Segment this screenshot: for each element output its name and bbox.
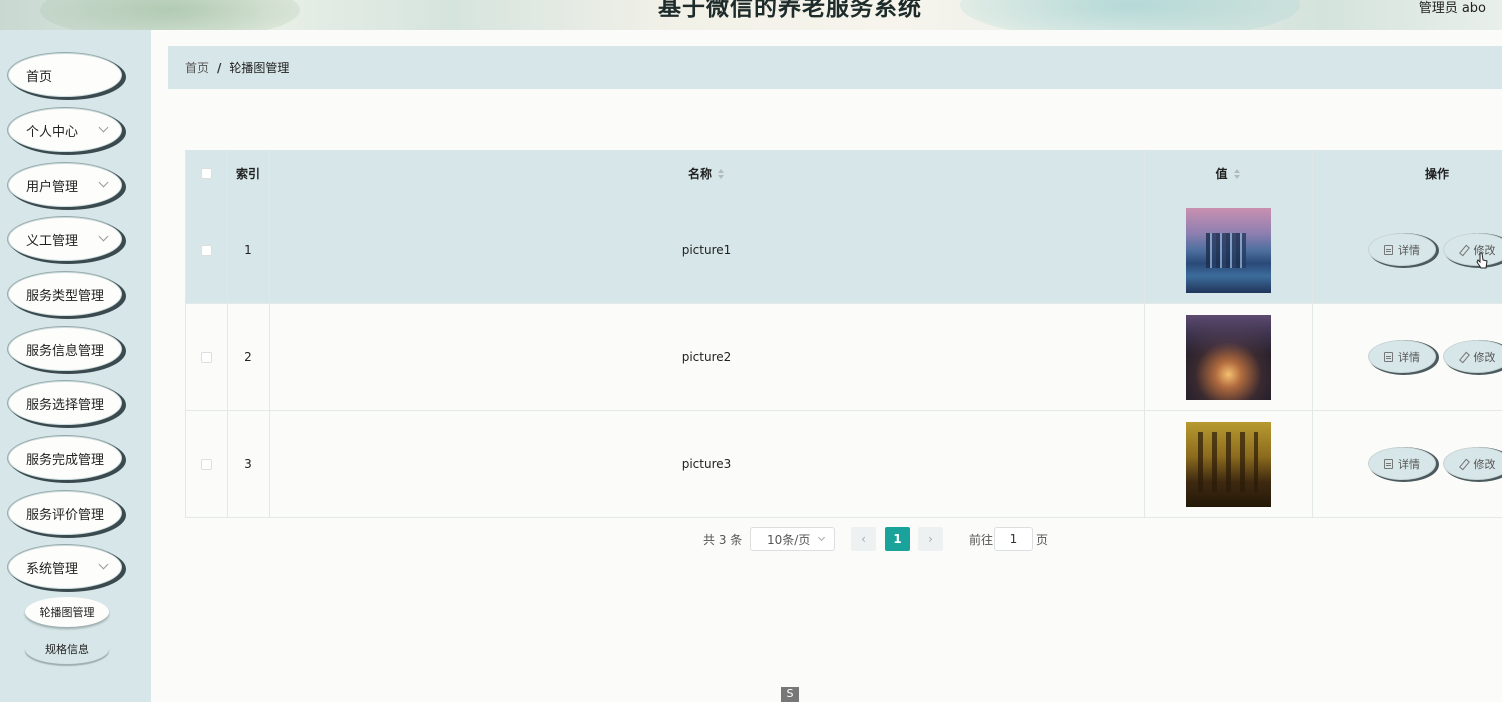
row-checkbox[interactable] — [200, 351, 212, 363]
page-size-value: 10条/页 — [767, 532, 811, 547]
chevron-down-icon — [98, 122, 109, 133]
column-divider — [269, 150, 270, 517]
sidebar-item-label: 个人中心 — [26, 124, 79, 140]
sidebar-item-service-reviews[interactable]: 服务评价管理 — [8, 491, 122, 535]
goto-page-input[interactable]: 1 — [994, 527, 1033, 551]
top-header: 基于微信的养老服务系统 管理员 abo — [0, 0, 1502, 30]
app-title: 基于微信的养老服务系统 — [658, 0, 922, 21]
row-name: picture1 — [681, 243, 732, 257]
sort-icon[interactable] — [718, 168, 725, 179]
carousel-image-thumbnail[interactable] — [1185, 207, 1271, 293]
column-header-value-label: 值 — [1215, 167, 1228, 181]
chevron-down-icon — [98, 177, 109, 188]
goto-label: 前往 — [969, 532, 994, 547]
pagination-total: 共 3 条 — [703, 532, 743, 547]
edit-button-label: 修改 — [1473, 350, 1496, 364]
next-page-button[interactable]: › — [918, 527, 943, 551]
column-divider — [1312, 150, 1313, 517]
sort-icon[interactable] — [1233, 168, 1241, 179]
edit-icon — [1459, 352, 1469, 362]
detail-button[interactable]: 详情 — [1368, 340, 1436, 373]
sidebar-item-label: 服务选择管理 — [26, 397, 105, 413]
breadcrumb-home[interactable]: 首页 — [185, 59, 209, 76]
detail-button-label: 详情 — [1398, 243, 1420, 257]
page-size-select[interactable]: 10条/页 — [750, 527, 835, 551]
detail-button[interactable]: 详情 — [1368, 233, 1436, 266]
row-name: picture3 — [681, 457, 732, 471]
column-divider — [185, 150, 186, 517]
select-all-checkbox[interactable] — [200, 168, 212, 179]
edit-icon — [1459, 245, 1469, 255]
column-header-action: 操作 — [1424, 167, 1449, 181]
edit-icon — [1459, 459, 1469, 469]
carousel-image-thumbnail[interactable] — [1185, 421, 1271, 507]
sidebar-item-label: 首页 — [26, 69, 53, 85]
document-icon — [1384, 244, 1393, 255]
sidebar-item-users[interactable]: 用户管理 — [8, 163, 122, 207]
sidebar-item-service-types[interactable]: 服务类型管理 — [8, 272, 122, 316]
sidebar-item-service-completion[interactable]: 服务完成管理 — [8, 436, 122, 480]
sidebar-item-label: 服务类型管理 — [26, 288, 105, 304]
row-index: 1 — [244, 243, 252, 257]
bottom-marker: S — [781, 687, 799, 702]
row-name: picture2 — [681, 350, 732, 364]
edit-button[interactable]: 修改 — [1443, 447, 1502, 480]
sidebar-item-system[interactable]: 系统管理 — [8, 545, 122, 589]
table-row: 1 picture1 详情 修改 — [185, 197, 1502, 304]
page-number-current[interactable]: 1 — [885, 527, 910, 551]
detail-button[interactable]: 详情 — [1368, 447, 1436, 480]
sidebar-subitem-specs[interactable]: 规格信息 — [25, 634, 109, 664]
carousel-table: 索引 名称 值 操作 1 picture1 详情 修改 2 picture2 详… — [185, 150, 1502, 518]
sidebar-item-label: 义工管理 — [26, 233, 79, 249]
edit-button[interactable]: 修改 — [1443, 340, 1502, 373]
table-row: 3 picture3 详情 修改 — [185, 411, 1502, 518]
sidebar-subitem-carousel[interactable]: 轮播图管理 — [25, 597, 109, 627]
column-header-value[interactable]: 值 — [1144, 150, 1312, 197]
current-user[interactable]: 管理员 abo — [1419, 0, 1486, 16]
breadcrumb-current: 轮播图管理 — [229, 61, 290, 75]
row-index: 2 — [244, 350, 252, 364]
hand-cursor-icon — [1476, 252, 1488, 269]
sidebar-item-label: 用户管理 — [26, 179, 79, 195]
column-header-name-label: 名称 — [687, 167, 712, 181]
table-row: 2 picture2 详情 修改 — [185, 304, 1502, 411]
chevron-down-icon — [98, 559, 109, 570]
carousel-image-thumbnail[interactable] — [1185, 314, 1271, 400]
chevron-down-icon — [98, 231, 109, 242]
sidebar-item-service-selection[interactable]: 服务选择管理 — [8, 381, 122, 425]
chevron-down-icon — [817, 533, 826, 542]
sidebar-item-label: 服务信息管理 — [26, 343, 105, 359]
sidebar-item-label: 服务完成管理 — [26, 452, 105, 468]
document-icon — [1384, 351, 1393, 362]
page-unit-label: 页 — [1036, 532, 1049, 547]
sidebar-item-service-info[interactable]: 服务信息管理 — [8, 327, 122, 371]
sidebar-item-home[interactable]: 首页 — [8, 53, 122, 97]
document-icon — [1384, 458, 1393, 469]
column-header-index: 索引 — [235, 167, 260, 181]
edit-button[interactable]: 修改 — [1443, 233, 1502, 266]
row-checkbox[interactable] — [200, 244, 212, 256]
sidebar-item-label: 系统管理 — [26, 561, 79, 577]
column-header-name[interactable]: 名称 — [269, 150, 1144, 197]
row-checkbox[interactable] — [200, 458, 212, 470]
sidebar-item-profile[interactable]: 个人中心 — [8, 108, 122, 152]
column-divider — [227, 150, 228, 517]
sidebar-item-label: 服务评价管理 — [26, 507, 105, 523]
detail-button-label: 详情 — [1398, 350, 1420, 364]
sidebar-item-volunteers[interactable]: 义工管理 — [8, 217, 122, 261]
column-divider — [1144, 150, 1145, 517]
prev-page-button[interactable]: ‹ — [851, 527, 876, 551]
edit-button-label: 修改 — [1473, 457, 1496, 471]
detail-button-label: 详情 — [1398, 457, 1420, 471]
breadcrumb-separator: / — [217, 60, 222, 75]
table-header: 索引 名称 值 操作 — [185, 150, 1502, 197]
row-index: 3 — [244, 457, 252, 471]
breadcrumb: 首页 / 轮播图管理 — [168, 46, 1502, 89]
